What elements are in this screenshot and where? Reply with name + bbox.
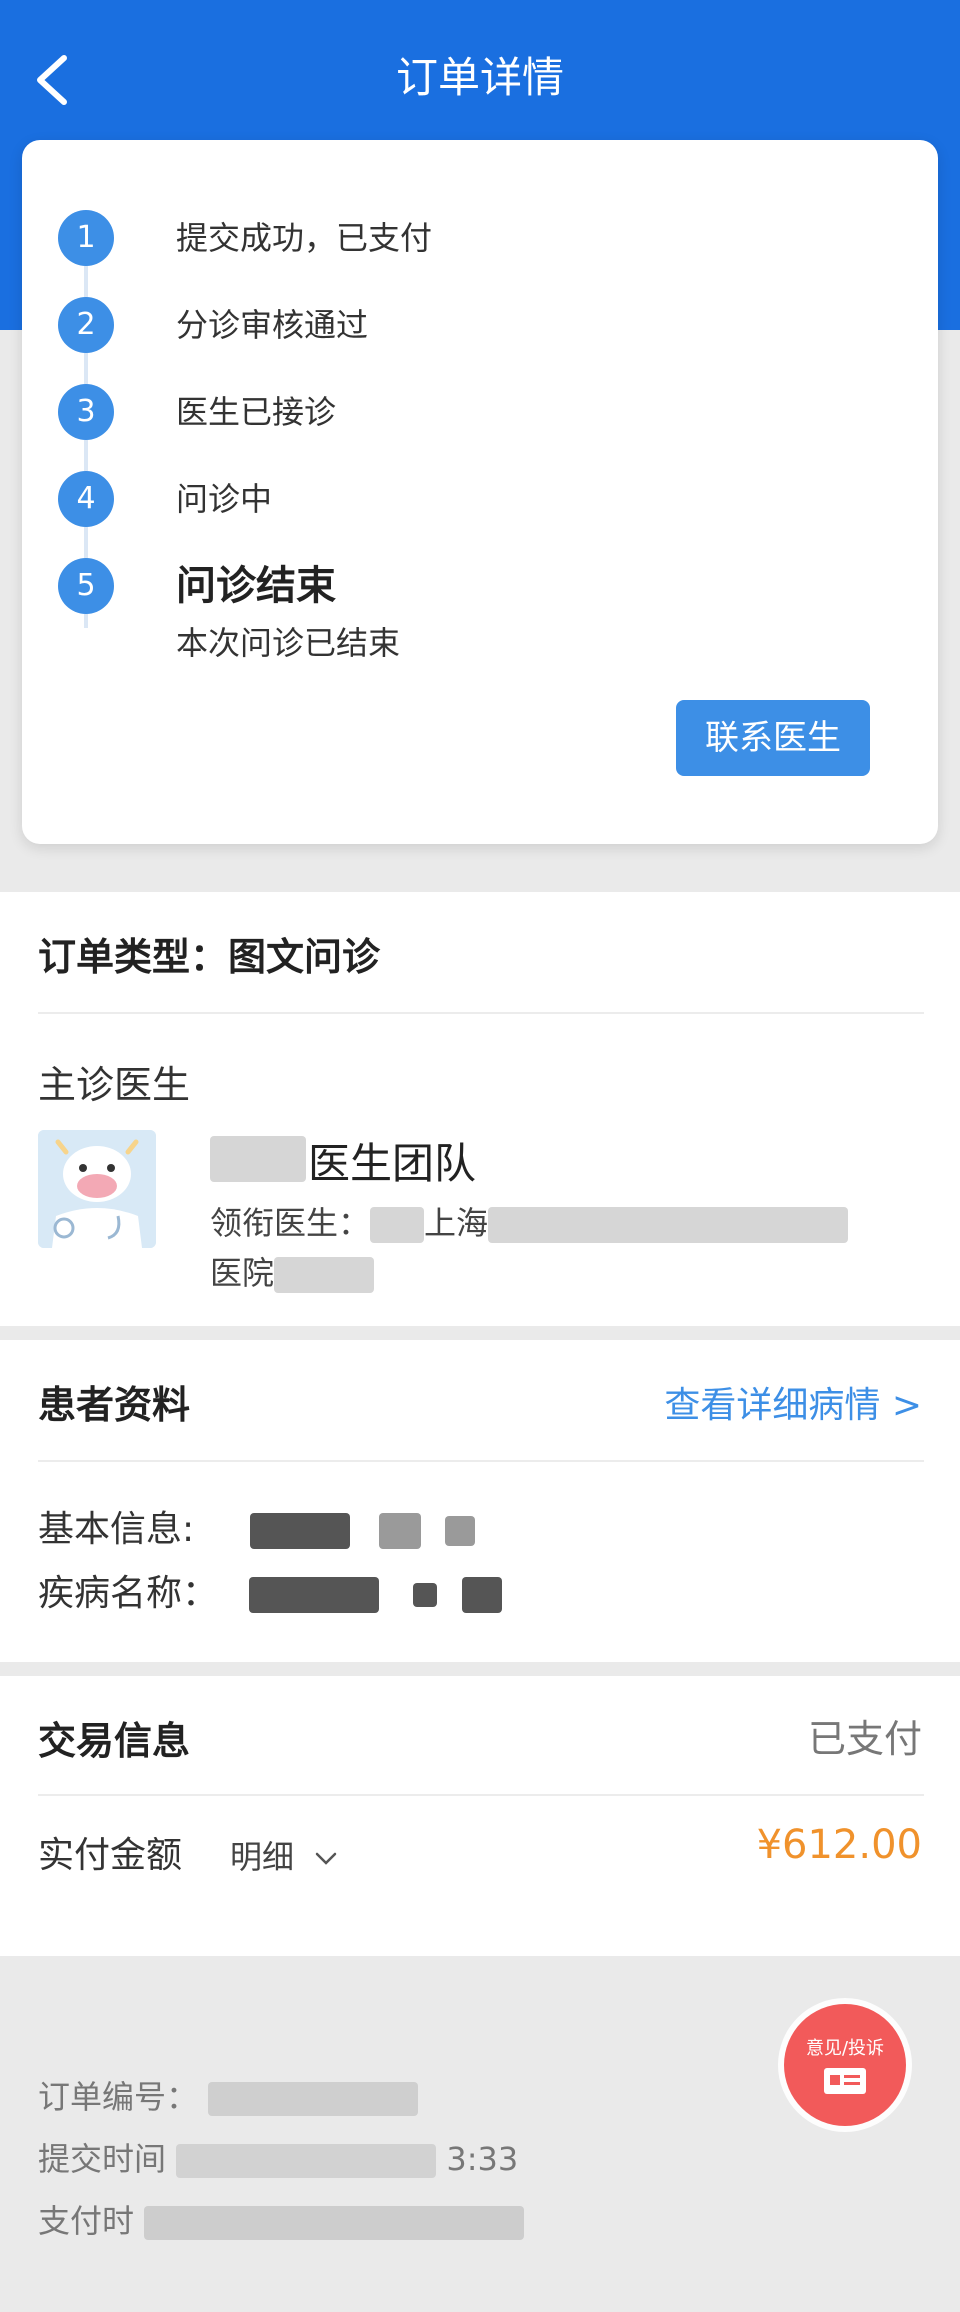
order-meta: 订单编号： 提交时间 3:33 支付时 [38, 2066, 525, 2252]
contact-doctor-button[interactable]: 联系医生 [676, 700, 870, 776]
hospital-suffix: 医院 [210, 1254, 275, 1292]
page-title: 订单详情 [395, 53, 564, 102]
redacted-disease [462, 1577, 503, 1613]
doctor-team-name: 医生团队 [308, 1139, 477, 1188]
lead-doctor-label: 领衔医生： [210, 1204, 371, 1242]
step-label: 提交成功，已支付 [176, 219, 433, 257]
step-label-current: 问诊结束 [176, 563, 336, 609]
redacted-team-prefix [210, 1136, 306, 1182]
payment-status: 已支付 [807, 1717, 922, 1761]
redacted-basic-info [249, 1513, 350, 1549]
submit-time-row: 提交时间 3:33 [38, 2128, 524, 2190]
step-label: 医生已接诊 [176, 393, 337, 431]
divider [38, 1460, 924, 1462]
view-detail-link[interactable]: 查看详细病情 > [664, 1376, 922, 1428]
step-number: 3 [58, 384, 114, 440]
step-number: 2 [58, 297, 114, 353]
submit-time-label: 提交时间 [38, 2140, 167, 2178]
divider [38, 1794, 924, 1796]
paid-amount: ¥612.00 [756, 1822, 922, 1868]
paid-amount-label: 实付金额 [38, 1835, 183, 1876]
trade-section: 交易信息 已支付 实付金额 明细 ¥612.00 [0, 1676, 960, 1956]
feedback-button[interactable]: 意见/投诉 [784, 2004, 906, 2126]
redacted-submit-time [176, 2144, 437, 2178]
feedback-icon [824, 2068, 866, 2094]
basic-info-label: 基本信息: [38, 1509, 195, 1550]
order-progress-card: 1 提交成功，已支付 2 分诊审核通过 3 医生已接诊 4 问诊中 5 问诊结束… [22, 140, 938, 844]
redacted-basic-info [379, 1513, 422, 1549]
lead-doctor-info: 领衔医生： 上海 医院 [210, 1198, 930, 1298]
redacted-basic-info [444, 1516, 475, 1546]
order-type: 订单类型：图文问诊 [38, 935, 381, 979]
submit-time-tail: 3:33 [446, 2140, 519, 2178]
chevron-down-icon [315, 1852, 337, 1865]
redacted-doctor-name [370, 1207, 425, 1243]
step-description: 本次问诊已结束 [176, 624, 401, 662]
hospital-city: 上海 [424, 1204, 489, 1242]
redacted-pay-time [144, 2206, 525, 2240]
basic-info-row: 基本信息: [38, 1500, 475, 1552]
disease-row: 疾病名称： [38, 1564, 503, 1616]
patient-title: 患者资料 [38, 1383, 191, 1427]
trade-title: 交易信息 [38, 1719, 191, 1763]
pay-time-row: 支付时 [38, 2190, 525, 2252]
redacted-department [274, 1257, 375, 1293]
doctor-avatar-icon [38, 1130, 156, 1248]
order-number-label: 订单编号： [38, 2078, 199, 2116]
step-number: 1 [58, 210, 114, 266]
step-number: 5 [58, 558, 114, 614]
disease-label: 疾病名称： [38, 1573, 219, 1614]
step-label: 分诊审核通过 [176, 306, 369, 344]
detail-toggle-label: 明细 [230, 1838, 295, 1876]
feedback-label: 意见/投诉 [805, 2038, 885, 2059]
redacted-disease [412, 1583, 437, 1607]
order-number-row: 订单编号： [38, 2066, 524, 2128]
step-number: 4 [58, 471, 114, 527]
redacted-order-number [208, 2082, 419, 2116]
divider [38, 1012, 924, 1014]
patient-section: 患者资料 查看详细病情 > 基本信息: 疾病名称： [0, 1340, 960, 1662]
redacted-hospital [488, 1207, 849, 1243]
step-label: 问诊中 [176, 480, 273, 518]
pay-time-label: 支付时 [38, 2202, 135, 2240]
order-section: 订单类型：图文问诊 主诊医生 医生团队 领衔医生： 上海 医院 [0, 892, 960, 1326]
doctor-section-label: 主诊医生 [38, 1063, 191, 1107]
detail-toggle[interactable]: 明细 [230, 1832, 338, 1878]
redacted-disease [249, 1577, 380, 1613]
doctor-avatar[interactable] [38, 1130, 156, 1248]
